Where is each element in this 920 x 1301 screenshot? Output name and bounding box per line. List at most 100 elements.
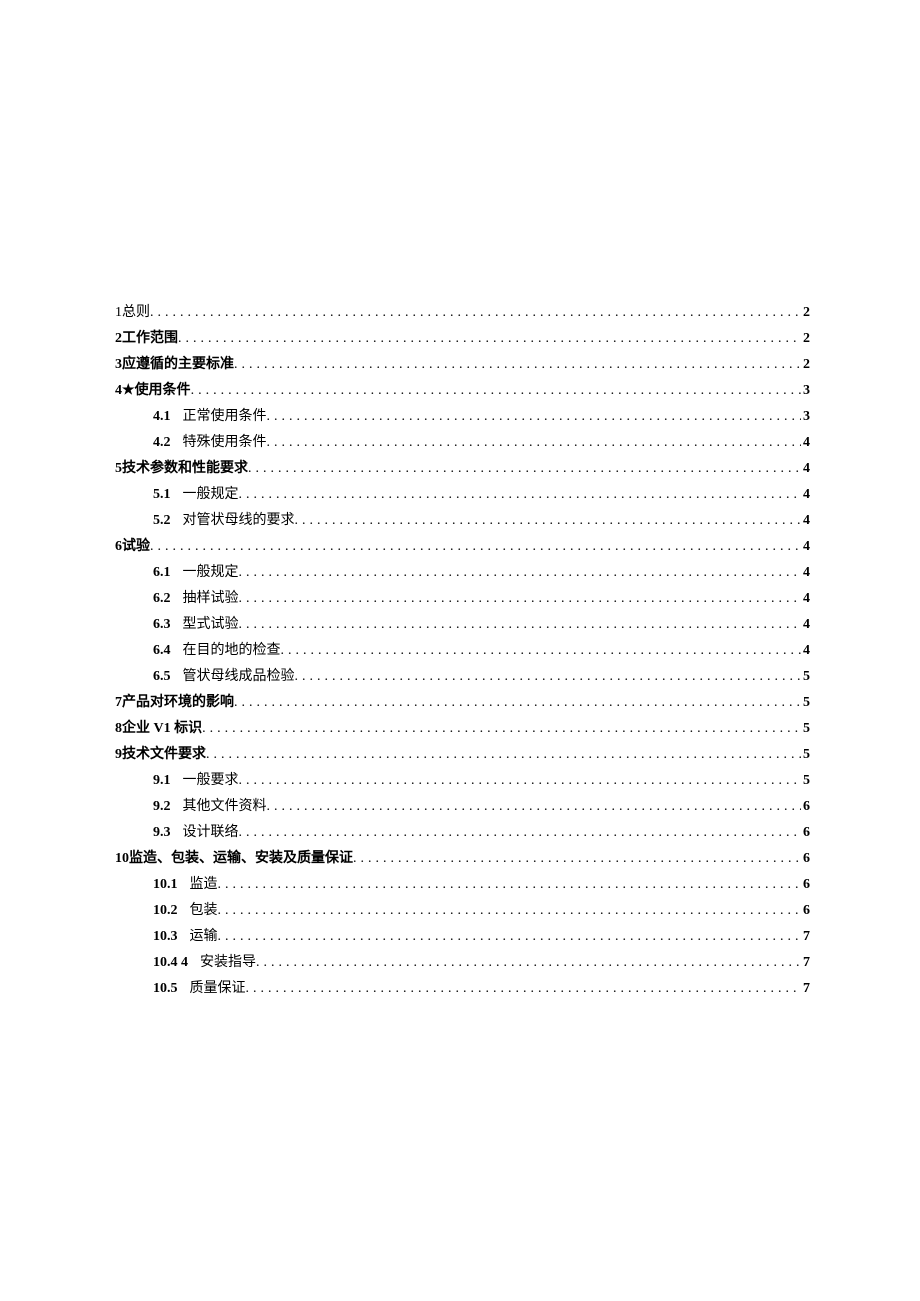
toc-entry-page: 7 bbox=[801, 924, 810, 950]
toc-entry-number: 6.4 bbox=[153, 638, 171, 664]
toc-entry-page: 6 bbox=[801, 846, 810, 872]
toc-leader-dots bbox=[239, 586, 802, 612]
toc-entry-number: 9 bbox=[115, 742, 122, 768]
toc-entry: 2 工作范围2 bbox=[115, 326, 810, 352]
toc-entry-page: 5 bbox=[801, 716, 810, 742]
toc-entry-title: 其他文件资料 bbox=[183, 794, 267, 820]
toc-entry-number: 5.2 bbox=[153, 508, 171, 534]
toc-entry-title: 一般规定 bbox=[183, 560, 239, 586]
toc-entry-page: 4 bbox=[801, 534, 810, 560]
toc-leader-dots bbox=[239, 612, 802, 638]
toc-leader-dots bbox=[191, 378, 801, 404]
toc-entry: 10.4 4 安装指导 7 bbox=[115, 950, 810, 976]
toc-leader-dots bbox=[150, 300, 801, 326]
toc-entry-number: 3 bbox=[115, 352, 122, 378]
toc-leader-dots bbox=[281, 638, 802, 664]
toc-entry-number: 7 bbox=[115, 690, 122, 716]
toc-entry-page: 5 bbox=[801, 742, 810, 768]
toc-entry: 6 试验4 bbox=[115, 534, 810, 560]
toc-entry-title: 质量保证 bbox=[190, 976, 246, 1002]
toc-leader-dots bbox=[239, 482, 802, 508]
toc-entry-page: 5 bbox=[801, 768, 810, 794]
toc-entry-page: 2 bbox=[801, 300, 810, 326]
toc-entry: 5 技术参数和性能要求4 bbox=[115, 456, 810, 482]
toc-entry-title: 监造 bbox=[190, 872, 218, 898]
toc-entry: 10 监造、包装、运输、安装及质量保证 6 bbox=[115, 846, 810, 872]
toc-entry-title: 应遵循的主要标准 bbox=[122, 352, 234, 378]
toc-entry-title: 产品对环境的影响 bbox=[122, 690, 234, 716]
toc-entry-title: 正常使用条件 bbox=[183, 404, 267, 430]
toc-entry-page: 4 bbox=[801, 586, 810, 612]
toc-entry-page: 2 bbox=[801, 326, 810, 352]
toc-entry-page: 6 bbox=[801, 794, 810, 820]
toc-entry-title: 管状母线成品检验 bbox=[183, 664, 295, 690]
toc-entry: 8 企业 V1 标识5 bbox=[115, 716, 810, 742]
toc-entry-number: 10.4 4 bbox=[153, 950, 188, 976]
toc-entry-title: 监造、包装、运输、安装及质量保证 bbox=[129, 846, 353, 872]
toc-entry: 4.2特殊使用条件4 bbox=[115, 430, 810, 456]
toc-entry-title: 包装 bbox=[190, 898, 218, 924]
toc-entry-number: 5.1 bbox=[153, 482, 171, 508]
toc-entry: 9.3设计联络6 bbox=[115, 820, 810, 846]
toc-entry-title: 抽样试验 bbox=[183, 586, 239, 612]
toc-entry-title: 安装指导 bbox=[200, 950, 256, 976]
toc-entry-title: 使用条件 bbox=[135, 378, 191, 404]
toc-leader-dots bbox=[218, 872, 802, 898]
toc-leader-dots bbox=[239, 768, 802, 794]
toc-entry-number: 10.3 bbox=[153, 924, 178, 950]
toc-entry: 6.4 在目的地的检查 4 bbox=[115, 638, 810, 664]
toc-leader-dots bbox=[267, 430, 802, 456]
toc-entry-number: 5 bbox=[115, 456, 122, 482]
toc-entry-page: 7 bbox=[801, 976, 810, 1002]
toc-entry-page: 4 bbox=[801, 560, 810, 586]
toc-entry-title: 技术文件要求 bbox=[122, 742, 206, 768]
toc-entry: 6.1 一般规定 4 bbox=[115, 560, 810, 586]
toc-entry-title: 对管状母线的要求 bbox=[183, 508, 295, 534]
toc-leader-dots bbox=[234, 352, 801, 378]
toc-entry-number: 6 bbox=[115, 534, 122, 560]
toc-entry-number: 10.5 bbox=[153, 976, 178, 1002]
toc-entry-page: 4 bbox=[801, 638, 810, 664]
toc-entry-number: 8 bbox=[115, 716, 122, 742]
toc-entry: 5.1一般规定4 bbox=[115, 482, 810, 508]
toc-entry: 6.2抽样试验4 bbox=[115, 586, 810, 612]
toc-entry-page: 7 bbox=[801, 950, 810, 976]
toc-entry-number: 10 bbox=[115, 846, 129, 872]
toc-entry: 10.5 质量保证 7 bbox=[115, 976, 810, 1002]
toc-entry-page: 4 bbox=[801, 456, 810, 482]
toc-entry-number: 9.2 bbox=[153, 794, 171, 820]
toc-entry-page: 4 bbox=[801, 508, 810, 534]
toc-leader-dots bbox=[239, 560, 802, 586]
toc-entry-page: 4 bbox=[801, 612, 810, 638]
toc-entry-title: 型式试验 bbox=[183, 612, 239, 638]
toc-leader-dots bbox=[295, 664, 802, 690]
toc-container: 1 总则22 工作范围23 应遵循的主要标准24★ 使用条件34.1正常使用条件… bbox=[115, 300, 810, 1002]
toc-entry-number: 6.5 bbox=[153, 664, 171, 690]
toc-leader-dots bbox=[295, 508, 802, 534]
toc-leader-dots bbox=[353, 846, 801, 872]
toc-entry-number: 4.2 bbox=[153, 430, 171, 456]
toc-leader-dots bbox=[150, 534, 801, 560]
toc-entry-page: 5 bbox=[801, 664, 810, 690]
toc-entry-number: 6.1 bbox=[153, 560, 171, 586]
toc-entry: 9.2 其他文件资料 6 bbox=[115, 794, 810, 820]
toc-entry-page: 3 bbox=[801, 404, 810, 430]
toc-entry-title: 在目的地的检查 bbox=[183, 638, 281, 664]
toc-entry-title: 总则 bbox=[122, 300, 150, 326]
toc-leader-dots bbox=[239, 820, 802, 846]
toc-entry: 7 产品对环境的影响5 bbox=[115, 690, 810, 716]
toc-entry: 1 总则2 bbox=[115, 300, 810, 326]
toc-entry-title: 设计联络 bbox=[183, 820, 239, 846]
toc-entry-number: 4.1 bbox=[153, 404, 171, 430]
toc-entry-number: 10.1 bbox=[153, 872, 178, 898]
toc-leader-dots bbox=[206, 742, 801, 768]
toc-leader-dots bbox=[218, 898, 802, 924]
toc-entry: 10.3运输7 bbox=[115, 924, 810, 950]
toc-entry-number: 2 bbox=[115, 326, 122, 352]
toc-entry-page: 2 bbox=[801, 352, 810, 378]
toc-leader-dots bbox=[267, 794, 802, 820]
toc-entry: 4★ 使用条件3 bbox=[115, 378, 810, 404]
toc-entry: 6.5 管状母线成品检验 5 bbox=[115, 664, 810, 690]
toc-entry-number: 9.1 bbox=[153, 768, 171, 794]
toc-leader-dots bbox=[248, 456, 801, 482]
